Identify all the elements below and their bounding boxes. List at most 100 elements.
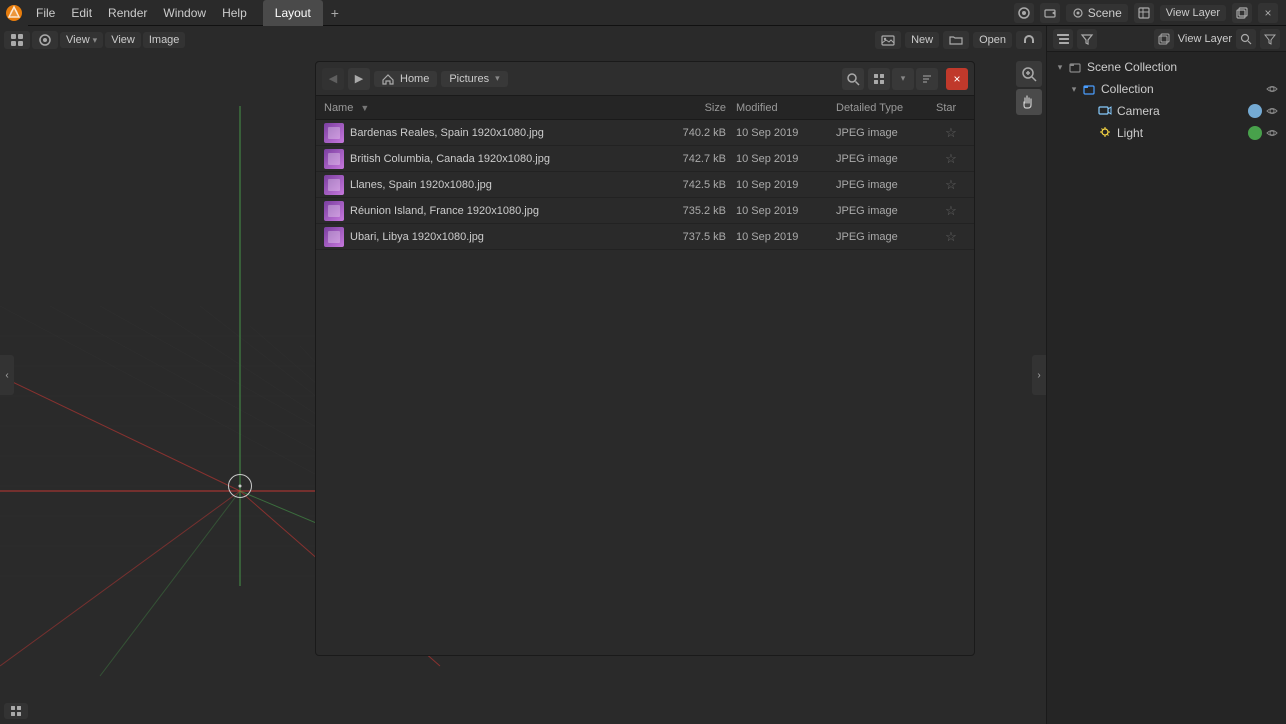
file-name: Réunion Island, France 1920x1080.jpg — [350, 205, 656, 217]
camera-visibility-btn[interactable] — [1264, 103, 1280, 119]
viewport-overlay-btn[interactable] — [32, 31, 58, 49]
file-thumbnail-icon — [324, 123, 344, 143]
file-star-btn[interactable]: ☆ — [936, 125, 966, 141]
fb-back-btn[interactable]: ◀ — [322, 68, 344, 90]
hand-tool-icon[interactable] — [1016, 89, 1042, 115]
vp-bottom-editor-type[interactable] — [4, 703, 28, 719]
menu-help[interactable]: Help — [214, 0, 255, 26]
file-row[interactable]: Bardenas Reales, Spain 1920x1080.jpg 740… — [316, 120, 974, 146]
outliner-filter-btn[interactable] — [1260, 29, 1280, 49]
eye-icon-light — [1266, 127, 1278, 139]
fb-search-btn[interactable] — [842, 68, 864, 90]
file-star-btn[interactable]: ☆ — [936, 203, 966, 219]
new-image-btn[interactable]: New — [905, 32, 939, 48]
grid-view-icon — [873, 73, 885, 85]
viewport-3d[interactable]: View ▾ View Image New — [0, 26, 1046, 724]
fb-view-buttons: ▾ — [868, 68, 938, 90]
fb-column-headers: Name ▼ Size Modified Detailed Type Star — [316, 96, 974, 120]
light-icon — [1097, 125, 1113, 141]
magnet-icon — [1022, 33, 1036, 47]
scene-icon — [1072, 7, 1084, 19]
image-editor-icon[interactable] — [875, 31, 901, 49]
col-name-header[interactable]: Name ▼ — [324, 102, 656, 114]
render-icon[interactable] — [1014, 3, 1034, 23]
header-right: Scene View Layer × — [1014, 3, 1286, 23]
outliner-scene-collection[interactable]: ▾ Scene Collection — [1047, 56, 1286, 78]
scene-collection-icon — [1067, 59, 1083, 75]
outliner-light[interactable]: ▸ Light — [1047, 122, 1286, 144]
file-name: Llanes, Spain 1920x1080.jpg — [350, 179, 656, 191]
file-row[interactable]: Llanes, Spain 1920x1080.jpg 742.5 kB 10 … — [316, 172, 974, 198]
workspace-tabs: Layout + — [263, 0, 345, 26]
file-modified: 10 Sep 2019 — [736, 153, 836, 165]
outliner-search-btn[interactable] — [1236, 29, 1256, 49]
main-area: View ▾ View Image New — [0, 26, 1286, 724]
scene-selector[interactable]: Scene — [1066, 4, 1128, 22]
fb-sort-btn[interactable] — [916, 68, 938, 90]
camera-render-icon[interactable] — [1040, 3, 1060, 23]
filter-btn[interactable] — [1077, 29, 1097, 49]
outliner-icon — [1056, 32, 1070, 46]
image-btn[interactable]: Image — [143, 32, 186, 48]
folder-icon[interactable] — [943, 31, 969, 49]
file-star-btn[interactable]: ☆ — [936, 151, 966, 167]
menu-edit[interactable]: Edit — [63, 0, 100, 26]
outliner-collection[interactable]: ▾ Collection — [1047, 78, 1286, 100]
close-window-icon[interactable]: × — [1258, 3, 1278, 23]
file-thumbnail-icon — [324, 149, 344, 169]
search-small-icon — [1240, 33, 1252, 45]
view-layer-copy-btn[interactable] — [1154, 29, 1174, 49]
col-modified-header[interactable]: Modified — [736, 102, 836, 114]
fb-list-view-dropdown[interactable]: ▾ — [892, 68, 914, 90]
blender-logo[interactable] — [0, 0, 28, 26]
file-row[interactable]: British Columbia, Canada 1920x1080.jpg 7… — [316, 146, 974, 172]
file-thumbnail-icon — [324, 175, 344, 195]
right-panel: View Layer ▾ — [1046, 26, 1286, 724]
filter-icon — [1080, 32, 1094, 46]
view-menu-btn[interactable]: View ▾ — [60, 32, 103, 48]
file-type: JPEG image — [836, 205, 936, 217]
file-row[interactable]: Réunion Island, France 1920x1080.jpg 735… — [316, 198, 974, 224]
file-modified: 10 Sep 2019 — [736, 231, 836, 243]
light-visibility-btn[interactable] — [1264, 125, 1280, 141]
outliner-camera[interactable]: ▸ Camera — [1047, 100, 1286, 122]
fb-close-btn[interactable]: × — [946, 68, 968, 90]
menu-window[interactable]: Window — [155, 0, 214, 26]
outliner-type-btn[interactable] — [1053, 29, 1073, 49]
menu-render[interactable]: Render — [100, 0, 155, 26]
add-workspace-tab[interactable]: + — [325, 3, 345, 23]
zoom-in-icon[interactable] — [1016, 61, 1042, 87]
file-row[interactable]: Ubari, Libya 1920x1080.jpg 737.5 kB 10 S… — [316, 224, 974, 250]
fb-grid-view-btn[interactable] — [868, 68, 890, 90]
workspace-tab-layout[interactable]: Layout — [263, 0, 323, 26]
view2-btn[interactable]: View — [105, 32, 141, 48]
file-name: British Columbia, Canada 1920x1080.jpg — [350, 153, 656, 165]
collapse-left-btn[interactable]: ‹ — [0, 355, 14, 395]
eye-icon-camera — [1266, 105, 1278, 117]
copy-icon[interactable] — [1232, 3, 1252, 23]
collapse-right-btn[interactable]: › — [1032, 355, 1046, 395]
open-btn[interactable]: Open — [973, 32, 1012, 48]
funnel-icon — [1264, 33, 1276, 45]
camera-icon — [1097, 103, 1113, 119]
file-type: JPEG image — [836, 127, 936, 139]
fb-forward-btn[interactable]: ▶ — [348, 68, 370, 90]
fb-path-pictures[interactable]: Pictures ▾ — [441, 71, 507, 87]
col-star-header[interactable]: Star — [936, 102, 966, 114]
viewport-toolbar: View ▾ View Image New — [0, 26, 1046, 54]
file-star-btn[interactable]: ☆ — [936, 177, 966, 193]
view-layer-button[interactable]: View Layer — [1160, 5, 1226, 21]
home-label: Home — [400, 73, 429, 85]
open-label: Open — [979, 34, 1006, 46]
collection-visibility-btn[interactable] — [1264, 81, 1280, 97]
snap-icon[interactable] — [1016, 31, 1042, 49]
search-icon — [846, 72, 860, 86]
col-type-header[interactable]: Detailed Type — [836, 102, 936, 114]
file-star-btn[interactable]: ☆ — [936, 229, 966, 245]
editor-type-selector[interactable] — [4, 31, 30, 49]
view-layer-toggle-icon[interactable] — [1134, 3, 1154, 23]
file-thumbnail-icon — [324, 201, 344, 221]
fb-home-btn[interactable]: Home — [374, 71, 437, 87]
menu-file[interactable]: File — [28, 0, 63, 26]
col-size-header[interactable]: Size — [656, 102, 736, 114]
